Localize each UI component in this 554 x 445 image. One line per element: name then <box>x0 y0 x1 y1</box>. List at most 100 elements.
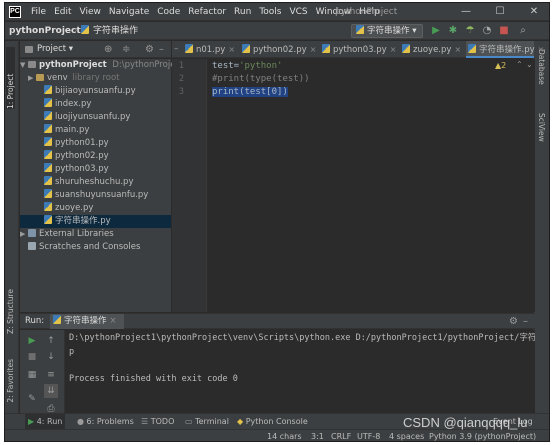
tree-file-item[interactable]: zuoye.py <box>20 202 171 215</box>
tool-tab-problems[interactable]: ● 6: Problems <box>77 414 134 430</box>
code-editor[interactable]: test='python' #print(type(test)) print(t… <box>208 59 535 312</box>
chevron-up-icon[interactable]: ⌃ <box>516 60 523 69</box>
stop-icon[interactable]: ■ <box>25 350 39 364</box>
coverage-icon[interactable]: ☂ <box>462 23 478 39</box>
hide-panel-icon[interactable]: – <box>174 41 179 58</box>
run-console-output[interactable]: D:\pythonProject1\pythonProject\venv\Scr… <box>66 330 535 420</box>
close-tab-icon[interactable]: × <box>390 45 397 54</box>
menu-tools[interactable]: Tools <box>255 3 285 21</box>
tree-item-scratches[interactable]: Scratches and Consoles <box>20 241 171 254</box>
run-icon[interactable]: ▶ <box>428 23 444 39</box>
editor-tab[interactable]: n01.py × <box>183 41 238 58</box>
rerun-icon[interactable]: ▶ <box>25 334 39 348</box>
hide-panel-icon[interactable]: – <box>159 41 164 58</box>
tree-file-item[interactable]: index.py <box>20 98 171 111</box>
structure-tool-tab[interactable]: Z: Structure <box>6 289 15 334</box>
editor-tab[interactable]: python03.py × <box>320 41 398 58</box>
tool-tab-python-console[interactable]: ◆ Python Console <box>237 414 308 430</box>
line-number: 1 <box>178 61 184 71</box>
editor-tab-label: n01.py <box>196 45 226 55</box>
settings-gear-icon[interactable]: ⚙ <box>145 41 154 58</box>
close-tab-icon[interactable]: × <box>110 316 117 326</box>
tree-file-label: suanshuyunsuanfu.py <box>55 190 149 200</box>
soft-wrap-icon[interactable]: ≡ <box>44 368 58 382</box>
breadcrumb-file[interactable]: 字符串操作 <box>93 22 138 40</box>
scroll-up-icon[interactable]: ↑ <box>44 334 58 348</box>
tree-file-label: zuoye.py <box>55 203 94 213</box>
menu-file[interactable]: File <box>27 3 50 21</box>
warning-indicator[interactable]: ▲2 <box>495 61 506 70</box>
status-interpreter[interactable]: Python 3.9 (pythonProject) <box>429 430 536 441</box>
close-button[interactable]: ✕ <box>517 3 549 21</box>
breadcrumb-separator: › <box>74 26 78 36</box>
minimize-button[interactable]: — <box>449 3 483 21</box>
breadcrumb-project[interactable]: pythonProject <box>9 22 81 40</box>
tree-file-label: python01.py <box>55 138 109 148</box>
stop-icon[interactable]: ■ <box>496 23 512 39</box>
scroll-to-end-icon[interactable]: ⇊ <box>44 384 58 398</box>
folder-icon <box>36 74 44 81</box>
sciview-tool-tab[interactable]: SciView <box>537 113 546 142</box>
settings-gear-icon[interactable]: ⚙ <box>509 314 518 329</box>
maximize-button[interactable]: ☐ <box>483 3 517 21</box>
menu-refactor[interactable]: Refactor <box>184 3 230 21</box>
run-tab[interactable]: 字符串操作 × <box>50 314 124 329</box>
close-tab-icon[interactable]: × <box>454 45 461 54</box>
locate-file-icon[interactable]: ⊕ <box>104 41 112 58</box>
tree-root[interactable]: ▼ pythonProject D:\pythonProject <box>20 59 183 72</box>
close-tab-icon[interactable]: × <box>538 45 545 54</box>
status-encoding[interactable]: UTF-8 <box>357 430 380 441</box>
chevron-down-icon[interactable]: ⌄ <box>526 60 533 69</box>
run-config-label: 字符串操作 ▾ <box>367 26 417 36</box>
menu-edit[interactable]: Edit <box>50 3 75 21</box>
status-line-separator[interactable]: CRLF <box>331 430 351 441</box>
tree-file-item[interactable]: python02.py <box>20 150 171 163</box>
run-configuration-select[interactable]: 字符串操作 ▾ <box>351 24 423 38</box>
python-file-icon <box>44 189 52 198</box>
tool-tab-terminal[interactable]: ▭ Terminal <box>185 414 229 430</box>
tree-file-item[interactable]: luojiyunsuanfu.py <box>20 111 171 124</box>
tree-item-external-libraries[interactable]: ▶ External Libraries <box>20 228 171 241</box>
status-caret-position[interactable]: 3:1 <box>311 430 324 441</box>
menu-vcs[interactable]: VCS <box>285 3 311 21</box>
close-tab-icon[interactable]: × <box>310 45 317 54</box>
editor-tab-active[interactable]: 字符串操作.py × <box>466 41 544 58</box>
tree-item-venv[interactable]: ▶ venv library root <box>20 72 171 85</box>
python-file-icon <box>44 150 52 159</box>
tree-file-item[interactable]: shuruheshuchu.py <box>20 176 171 189</box>
scroll-down-icon[interactable]: ↓ <box>44 350 58 364</box>
close-tab-icon[interactable]: × <box>228 45 235 54</box>
project-tree: ▼ pythonProject D:\pythonProject ▶ venv li… <box>20 59 183 312</box>
profile-icon[interactable]: ◔ <box>479 23 495 39</box>
python-file-icon <box>402 44 410 53</box>
debug-icon[interactable]: ✱ <box>445 23 461 39</box>
menu-run[interactable]: Run <box>230 3 255 21</box>
hide-panel-icon[interactable]: – <box>523 314 528 329</box>
favorites-tool-tab[interactable]: 2: Favorites <box>6 359 15 403</box>
project-view-selector[interactable]: Project ▾ <box>37 41 73 58</box>
database-tool-tab[interactable]: Database <box>537 49 546 85</box>
tree-file-item[interactable]: python01.py <box>20 137 171 150</box>
tree-file-item-selected[interactable]: 字符串操作.py <box>20 215 171 228</box>
project-tool-tab[interactable]: 1: Project <box>6 47 15 109</box>
tree-file-item[interactable]: main.py <box>20 124 171 137</box>
tool-tab-label: Python Console <box>245 417 308 426</box>
menu-code[interactable]: Code <box>153 3 184 21</box>
collapse-all-icon[interactable]: ≑ <box>122 41 130 58</box>
run-panel-header: Run: 字符串操作 × ⚙ – <box>20 313 535 329</box>
run-label: Run: <box>25 316 45 326</box>
status-indent[interactable]: 4 spaces <box>389 430 424 441</box>
tree-file-item[interactable]: suanshuyunsuanfu.py <box>20 189 171 202</box>
editor-tab[interactable]: zuoye.py × <box>400 41 464 58</box>
tool-tab-run[interactable]: ▶ 4: Run <box>25 414 66 430</box>
search-everywhere-icon[interactable]: ⌕ <box>515 23 531 39</box>
editor-tab[interactable]: python02.py × <box>240 41 318 58</box>
menu-view[interactable]: View <box>76 3 105 21</box>
restore-layout-icon[interactable]: ▦ <box>25 368 39 382</box>
tree-file-item[interactable]: bijiaoyunsuanfu.py <box>20 85 171 98</box>
tree-file-item[interactable]: python03.py <box>20 163 171 176</box>
tool-tab-todo[interactable]: ☰ TODO <box>141 414 174 430</box>
menu-navigate[interactable]: Navigate <box>105 3 153 21</box>
python-file-icon <box>53 315 61 324</box>
pin-tab-icon[interactable]: ✎ <box>25 392 39 406</box>
